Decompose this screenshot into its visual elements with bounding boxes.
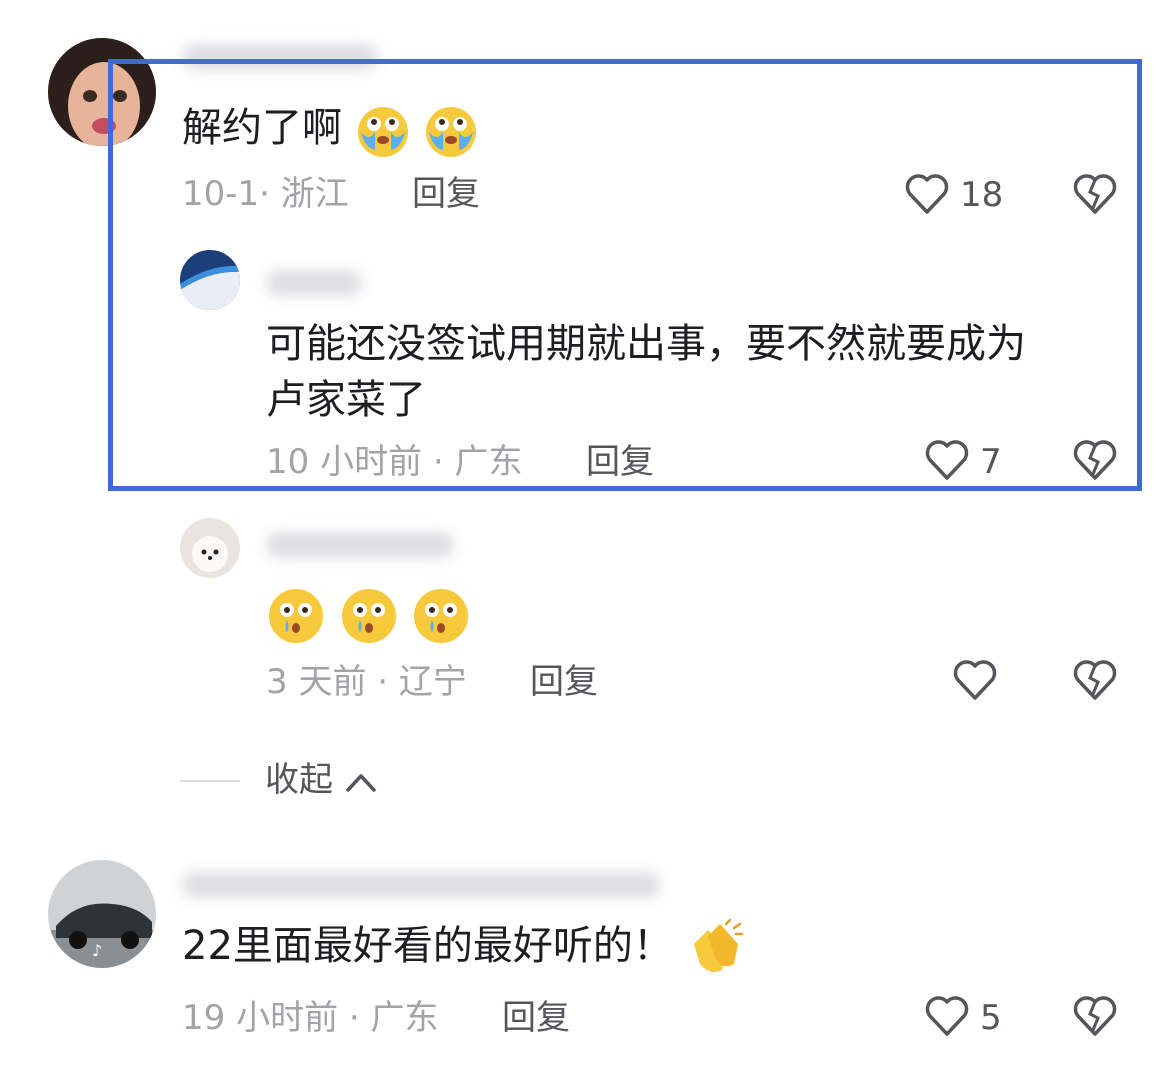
broken-heart-icon[interactable] [1072, 658, 1118, 702]
highlight-box [108, 59, 1142, 491]
clapping-hands-icon [693, 918, 743, 972]
chevron-up-icon [346, 773, 376, 792]
username-blurred[interactable] [182, 872, 660, 898]
svg-text:♪: ♪ [92, 941, 102, 960]
broken-heart-icon[interactable] [1072, 994, 1118, 1038]
teary-face-icon [341, 589, 396, 643]
comment-emojis [266, 586, 471, 646]
heart-icon[interactable] [952, 658, 998, 702]
user-avatar[interactable]: ♪ [48, 860, 156, 968]
collapse-divider [180, 780, 240, 782]
teary-face-icon [414, 589, 469, 643]
teary-face-icon [269, 589, 323, 643]
comment-meta: 3 天前 · 辽宁 [266, 662, 467, 702]
reply-button[interactable]: 回复 [502, 998, 570, 1038]
reply-button[interactable]: 回复 [530, 662, 598, 702]
like-count: 5 [980, 998, 1002, 1038]
username-blurred[interactable] [266, 532, 454, 558]
heart-icon[interactable] [924, 994, 970, 1038]
collapse-label: 收起 [265, 760, 333, 800]
comment-meta: 19 小时前 · 广东 [182, 998, 439, 1038]
comment-text: 22里面最好看的最好听的！ [182, 918, 746, 978]
collapse-replies-button[interactable]: 收起 [265, 760, 378, 800]
user-avatar[interactable] [180, 518, 240, 578]
